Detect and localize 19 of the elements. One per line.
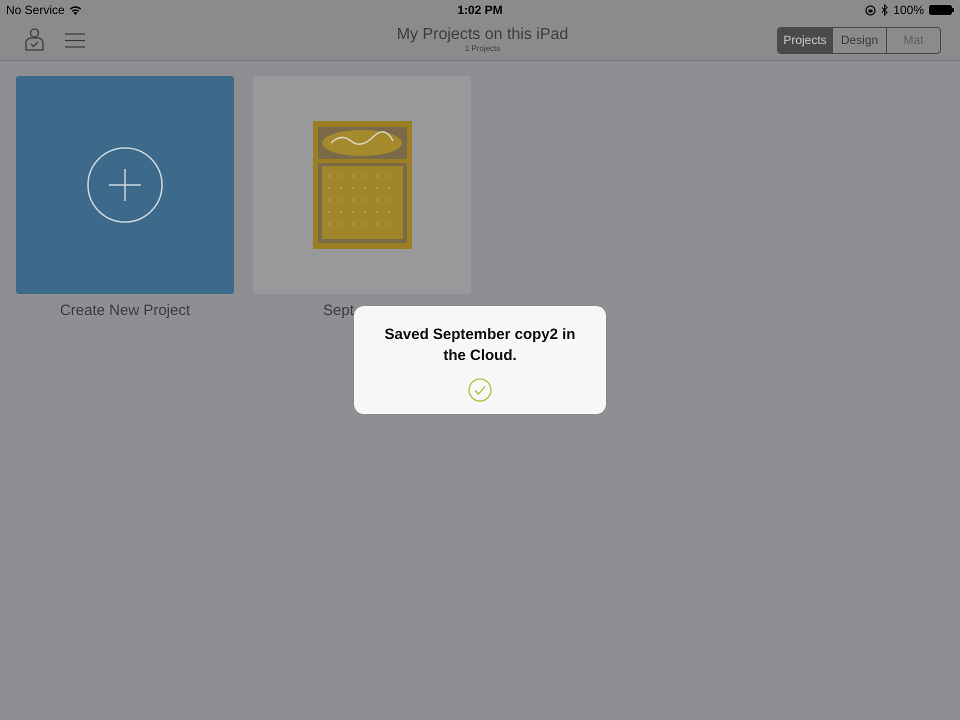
project-count: 1 Projects [464, 45, 502, 53]
project-card[interactable] [253, 76, 471, 294]
bluetooth-icon [881, 4, 888, 16]
battery-icon [929, 5, 954, 15]
plus-icon [87, 147, 163, 223]
rotation-lock-icon [865, 4, 876, 16]
clock-time: 1:02 PM [457, 3, 503, 17]
menu-icon[interactable] [65, 32, 85, 48]
toast-message: Saved September copy2 in the Cloud. [384, 325, 576, 366]
segment-tab[interactable]: Projects [778, 28, 832, 52]
checkmark-icon [468, 378, 492, 402]
project-label: Sept [322, 302, 355, 319]
segment-tab[interactable]: Design [832, 28, 886, 52]
project-label: Create New Project [58, 302, 192, 319]
battery-percent: 100% [893, 3, 924, 17]
account-icon[interactable] [24, 28, 45, 52]
page-title: My Projects on this iPad [396, 27, 568, 43]
carrier-label: No Service [6, 3, 65, 17]
wifi-icon [68, 5, 82, 15]
